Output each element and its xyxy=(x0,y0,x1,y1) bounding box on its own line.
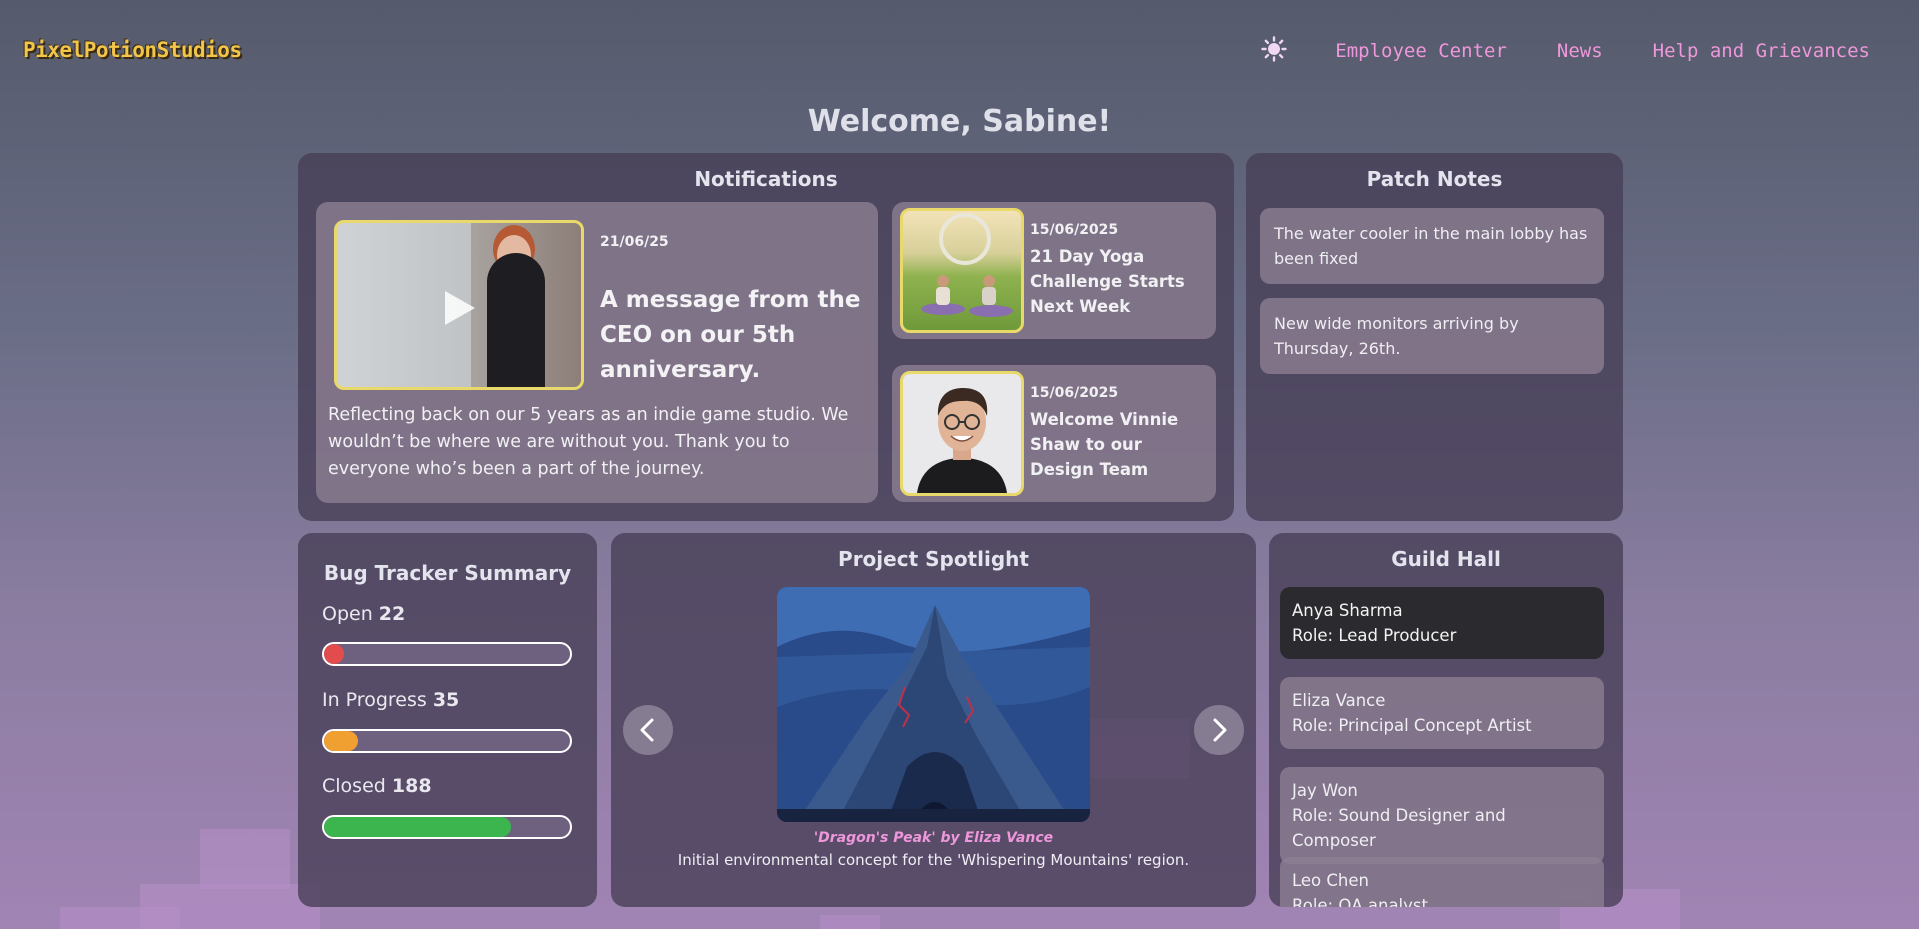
previous-slide-button[interactable] xyxy=(623,705,673,755)
member-role: Role: Sound Designer and Composer xyxy=(1292,806,1506,850)
notifications-title: Notifications xyxy=(694,167,838,191)
bug-closed-fill xyxy=(324,817,511,837)
notification-title: 21 Day Yoga Challenge Starts Next Week xyxy=(1030,247,1185,316)
notification-item-welcome[interactable]: 15/06/2025 Welcome Vinnie Shaw to our De… xyxy=(892,365,1216,502)
sun-icon[interactable] xyxy=(1261,36,1287,62)
bug-in-progress-label: In Progress 35 xyxy=(322,689,459,711)
guild-hall-title: Guild Hall xyxy=(1391,547,1501,571)
notification-date: 15/06/2025 xyxy=(1030,385,1119,401)
bug-status-name: In Progress xyxy=(322,689,427,711)
spotlight-description: Initial environmental concept for the 'W… xyxy=(677,851,1190,869)
featured-title: A message from the CEO on our 5th annive… xyxy=(600,287,861,383)
member-role: Role: Principal Concept Artist xyxy=(1292,716,1532,735)
spotlight-caption: 'Dragon's Peak' by Eliza Vance xyxy=(813,830,1054,846)
nav-help-and-grievances[interactable]: Help and Grievances xyxy=(1653,40,1870,62)
guild-member-card[interactable]: Anya Sharma Role: Lead Producer xyxy=(1280,587,1604,659)
patch-note-item: New wide monitors arriving by Thursday, … xyxy=(1260,298,1604,374)
bug-closed-label: Closed 188 xyxy=(322,775,432,797)
guild-hall-panel: Guild Hall Anya Sharma Role: Lead Produc… xyxy=(1269,533,1623,907)
bug-status-count: 22 xyxy=(378,603,406,625)
notification-title: Welcome Vinnie Shaw to our Design Team xyxy=(1030,410,1179,479)
chevron-right-icon xyxy=(1213,718,1227,742)
video-play-icon[interactable] xyxy=(445,291,475,325)
video-person-body xyxy=(487,253,545,387)
guild-member-card[interactable]: Leo Chen Role: QA analyst xyxy=(1280,857,1604,907)
bug-tracker-panel: Bug Tracker Summary Open 22 In Progress … xyxy=(298,533,597,907)
bug-status-count: 188 xyxy=(391,775,432,797)
patch-notes-panel: Patch Notes The water cooler in the main… xyxy=(1246,153,1623,521)
member-role: Role: Lead Producer xyxy=(1292,626,1457,645)
member-name: Anya Sharma xyxy=(1292,601,1403,620)
notification-item-yoga[interactable]: 15/06/2025 21 Day Yoga Challenge Starts … xyxy=(892,202,1216,339)
welcome-heading: Welcome, Sabine! xyxy=(807,104,1112,139)
guild-member-card[interactable]: Jay Won Role: Sound Designer and Compose… xyxy=(1280,767,1604,864)
bug-status-count: 35 xyxy=(432,689,460,711)
project-spotlight-panel: Project Spotlight 'Dragon's Peak' by Eli… xyxy=(611,533,1256,907)
featured-notification[interactable]: 21/06/25 A message from the CEO on our 5… xyxy=(316,202,878,503)
member-name: Jay Won xyxy=(1292,781,1358,800)
guild-member-card[interactable]: Eliza Vance Role: Principal Concept Arti… xyxy=(1280,677,1604,749)
member-name: Leo Chen xyxy=(1292,871,1369,890)
nav-employee-center[interactable]: Employee Center xyxy=(1335,40,1507,62)
bug-tracker-title: Bug Tracker Summary xyxy=(323,561,572,585)
main-nav: Employee Center News Help and Grievances xyxy=(1261,36,1919,64)
member-name: Eliza Vance xyxy=(1292,691,1386,710)
bug-status-name: Closed xyxy=(322,775,386,797)
patch-note-item: The water cooler in the main lobby has b… xyxy=(1260,208,1604,284)
bug-open-label: Open 22 xyxy=(322,603,405,625)
dragons-peak-artwork xyxy=(777,587,1090,822)
top-header: PixelPotionStudios Employee Center News … xyxy=(0,0,1919,104)
studio-logo[interactable]: PixelPotionStudios xyxy=(23,38,242,62)
bug-status-name: Open xyxy=(322,603,373,625)
chevron-left-icon xyxy=(640,718,654,742)
notification-date: 15/06/2025 xyxy=(1030,222,1119,238)
spotlight-title: Project Spotlight xyxy=(838,547,1029,571)
nav-news[interactable]: News xyxy=(1557,40,1603,62)
bug-closed-progress xyxy=(322,815,572,839)
bug-open-progress xyxy=(322,642,572,666)
bug-in-progress-progress xyxy=(322,729,572,753)
bug-in-progress-fill xyxy=(324,731,359,751)
vinnie-portrait-thumbnail xyxy=(900,371,1024,496)
yoga-thumbnail xyxy=(900,208,1024,333)
ceo-video-thumbnail[interactable] xyxy=(334,220,584,390)
patch-notes-title: Patch Notes xyxy=(1366,167,1503,191)
featured-date: 21/06/25 xyxy=(600,234,669,250)
notifications-panel: Notifications 21/06/25 A message from th… xyxy=(298,153,1234,521)
bug-open-fill xyxy=(324,644,344,664)
featured-body: Reflecting back on our 5 years as an ind… xyxy=(328,405,849,479)
member-role: Role: QA analyst xyxy=(1292,896,1428,907)
next-slide-button[interactable] xyxy=(1194,705,1244,755)
